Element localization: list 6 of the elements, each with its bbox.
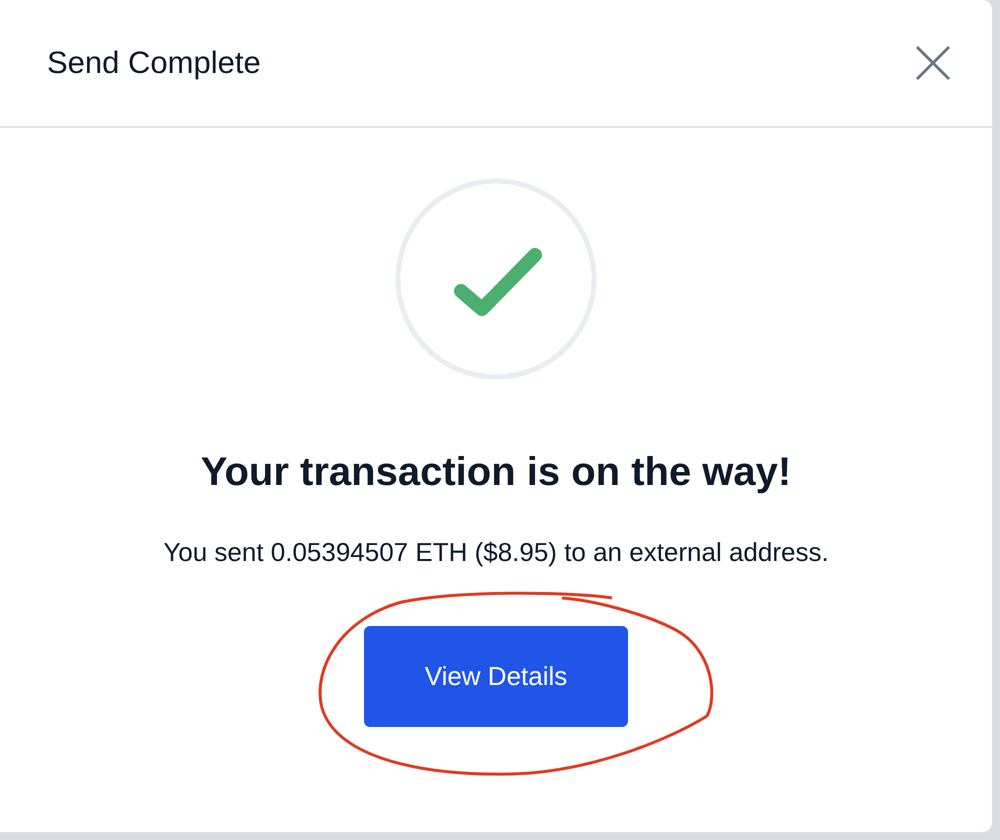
success-heading: Your transaction is on the way! [200,450,792,495]
success-check-icon [395,178,597,380]
close-icon[interactable] [914,44,952,82]
view-details-button[interactable]: View Details [364,626,628,727]
sent-message: You sent 0.05394507 ETH ($8.95) to an external address. [163,537,829,568]
dialog-title: Send Complete [47,45,261,81]
